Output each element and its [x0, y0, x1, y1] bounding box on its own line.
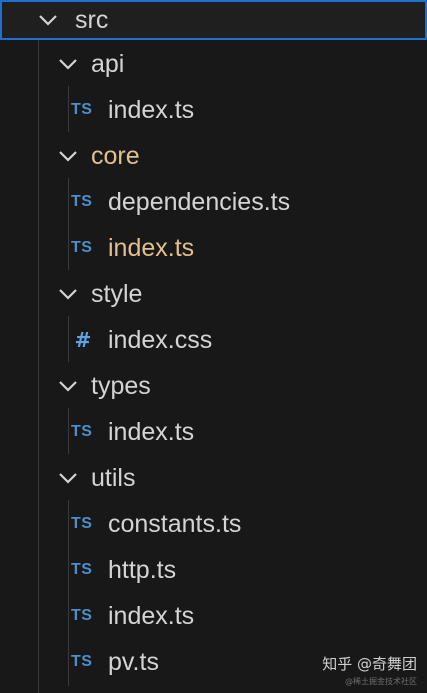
- chevron-down-icon[interactable]: [57, 53, 79, 75]
- file-label: dependencies.ts: [108, 187, 291, 216]
- file-label: constants.ts: [108, 509, 242, 538]
- tree-folder-types[interactable]: types: [0, 364, 427, 408]
- folder-label: types: [91, 371, 151, 400]
- tree-file-api-index[interactable]: TS index.ts: [0, 88, 427, 132]
- folder-label: api: [91, 49, 125, 78]
- chevron-down-icon[interactable]: [57, 145, 79, 167]
- tree-file-utils-http[interactable]: TS http.ts: [0, 548, 427, 592]
- file-explorer: src api TS index.ts core TS dependencies…: [0, 0, 427, 693]
- tree-folder-utils[interactable]: utils: [0, 456, 427, 500]
- chevron-down-icon[interactable]: [57, 467, 79, 489]
- folder-label: src: [75, 5, 109, 34]
- typescript-icon: TS: [71, 515, 93, 532]
- file-label: pv.ts: [108, 647, 159, 676]
- typescript-icon: TS: [71, 423, 93, 440]
- file-label: index.ts: [108, 233, 195, 262]
- chevron-down-icon[interactable]: [57, 375, 79, 397]
- tree-file-utils-constants[interactable]: TS constants.ts: [0, 502, 427, 546]
- folder-label: style: [91, 279, 143, 308]
- typescript-icon: TS: [71, 607, 93, 624]
- typescript-icon: TS: [71, 561, 93, 578]
- folder-label: core: [91, 141, 140, 170]
- chevron-down-icon[interactable]: [37, 9, 59, 31]
- tree-file-style-index[interactable]: # index.css: [0, 318, 427, 362]
- watermark: 知乎 @奇舞团 @稀土掘金技术社区: [322, 653, 417, 687]
- tree-folder-src[interactable]: src: [0, 0, 427, 40]
- typescript-icon: TS: [71, 653, 93, 670]
- chevron-down-icon[interactable]: [57, 283, 79, 305]
- typescript-icon: TS: [71, 193, 93, 210]
- typescript-icon: TS: [71, 101, 93, 118]
- tree-folder-style[interactable]: style: [0, 272, 427, 316]
- watermark-sub: @稀土掘金技术社区: [345, 677, 417, 686]
- watermark-main: 知乎 @奇舞团: [322, 655, 417, 673]
- file-label: index.ts: [108, 601, 195, 630]
- tree-folder-core[interactable]: core: [0, 134, 427, 178]
- file-label: index.ts: [108, 417, 195, 446]
- tree-file-core-dependencies[interactable]: TS dependencies.ts: [0, 180, 427, 224]
- tree-file-utils-index[interactable]: TS index.ts: [0, 594, 427, 638]
- file-label: index.css: [108, 325, 213, 354]
- css-hash-icon: #: [74, 328, 92, 352]
- typescript-icon: TS: [71, 239, 93, 256]
- folder-label: utils: [91, 463, 136, 492]
- file-label: http.ts: [108, 555, 177, 584]
- tree-folder-api[interactable]: api: [0, 42, 427, 86]
- file-label: index.ts: [108, 95, 195, 124]
- tree-file-types-index[interactable]: TS index.ts: [0, 410, 427, 454]
- tree-file-core-index[interactable]: TS index.ts: [0, 226, 427, 270]
